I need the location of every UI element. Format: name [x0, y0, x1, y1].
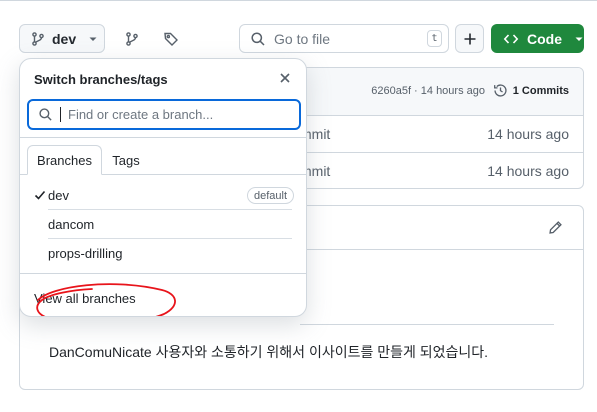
tab-branches[interactable]: Branches	[27, 145, 102, 175]
branch-name: dev	[52, 30, 77, 47]
search-icon	[250, 31, 266, 47]
branch-selector-button[interactable]: dev	[19, 24, 105, 53]
active-tab-gap	[28, 174, 101, 175]
commit-sha-time[interactable]: 6260a5f · 14 hours ago	[371, 85, 485, 97]
git-branch-icon	[30, 31, 46, 47]
branch-item-dancom[interactable]: dancom	[33, 210, 294, 238]
plus-icon	[463, 32, 477, 46]
readme-description: DanComuNicate 사용자와 소통하기 위해서 이사이트를 만들게 되었…	[49, 344, 489, 360]
branch-item-label: dancom	[48, 216, 95, 232]
dropdown-title: Switch branches/tags	[34, 72, 168, 87]
code-icon	[503, 31, 519, 47]
code-button[interactable]: Code	[491, 24, 584, 53]
branch-item-label: props-drilling	[48, 245, 123, 261]
code-button-label: Code	[527, 30, 562, 47]
text-cursor	[60, 107, 61, 122]
git-branch-icon	[124, 31, 140, 47]
commits-count-label: 1 Commits	[512, 84, 569, 97]
chevron-down-icon	[88, 34, 98, 44]
shortcut-key-badge: t	[427, 30, 442, 47]
branch-item-props-drilling[interactable]: props-drilling	[33, 239, 294, 267]
readme-divider	[300, 324, 554, 325]
dropdown-footer-divider	[20, 273, 306, 274]
pencil-icon[interactable]	[548, 220, 563, 235]
add-file-button[interactable]	[455, 24, 484, 53]
red-annotation-circle	[36, 283, 176, 316]
close-icon[interactable]	[278, 71, 292, 85]
tag-icon	[163, 31, 179, 47]
history-icon	[493, 83, 508, 98]
top-divider	[0, 0, 597, 1]
chevron-down-icon	[574, 34, 584, 44]
commit-time: 14 hours ago	[487, 163, 569, 179]
branch-item-label: dev	[48, 187, 69, 203]
commits-history-link[interactable]: 1 Commits	[493, 83, 569, 98]
branch-switcher-dropdown: Switch branches/tags Find or create a br…	[19, 58, 307, 317]
search-icon	[38, 107, 53, 122]
branch-item-dev[interactable]: dev default	[33, 181, 294, 209]
commit-time: 14 hours ago	[487, 126, 569, 142]
go-to-file-input[interactable]: Go to file t	[239, 24, 449, 53]
go-to-file-placeholder: Go to file	[274, 30, 331, 47]
dropdown-divider	[20, 137, 306, 138]
check-icon	[33, 188, 47, 202]
branch-search-placeholder: Find or create a branch...	[68, 107, 214, 122]
tab-tags[interactable]: Tags	[104, 145, 148, 175]
branch-search-input[interactable]: Find or create a branch...	[27, 99, 301, 130]
branches-link-button[interactable]	[117, 24, 147, 53]
tags-link-button[interactable]	[156, 24, 186, 53]
default-branch-badge: default	[246, 187, 294, 204]
